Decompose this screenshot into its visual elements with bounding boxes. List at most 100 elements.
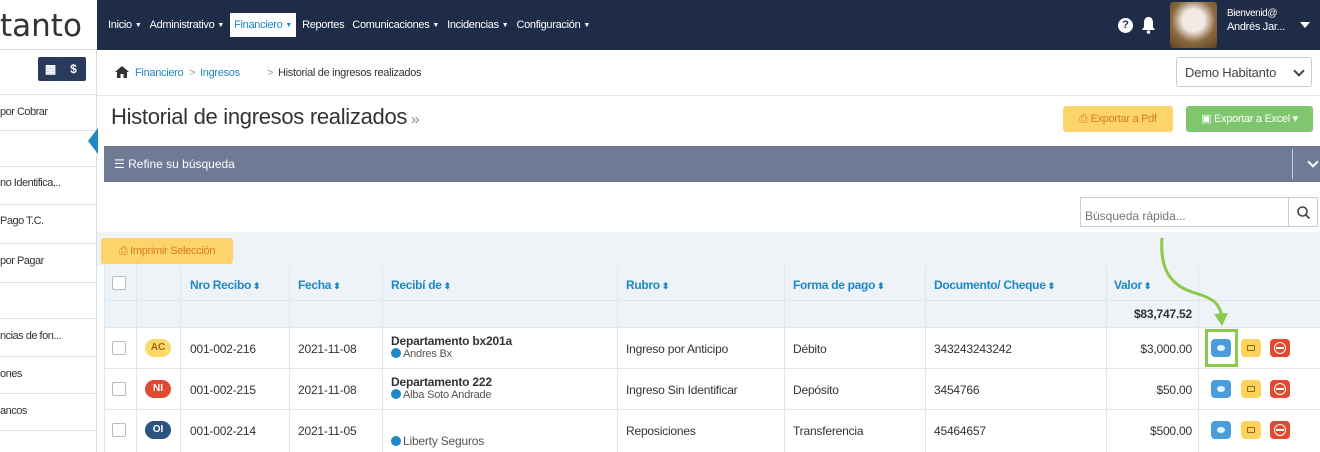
sidebar-item-ones[interactable]: ones — [0, 368, 96, 380]
cell-recibi-de: Departamento 222 — [391, 375, 492, 389]
row-checkbox[interactable] — [112, 423, 126, 437]
logo-area[interactable]: tanto — [0, 0, 97, 50]
print-selection-button[interactable]: ⎙ Imprimir Selección — [101, 238, 233, 264]
status-badge: OI — [145, 421, 171, 439]
bell-icon[interactable] — [1141, 16, 1156, 34]
chevron-down-icon — [1293, 65, 1305, 77]
delete-icon[interactable] — [1270, 380, 1290, 398]
column-header-fecha[interactable]: Fecha ⬍ — [298, 278, 341, 292]
building-selector[interactable]: Demo Habitanto — [1176, 57, 1312, 87]
refine-search-bar[interactable]: ☰ Refine su búsqueda — [104, 146, 1320, 182]
persona-name: Andres Bx — [403, 348, 452, 360]
column-divider — [382, 266, 383, 452]
view-icon[interactable] — [1211, 421, 1231, 439]
column-divider — [925, 266, 926, 452]
quick-search-input[interactable] — [1080, 197, 1288, 227]
column-header-recibi-de[interactable]: Recibí de ⬍ — [391, 278, 451, 292]
user-name[interactable]: Andrés Jar... — [1227, 21, 1285, 33]
page-title: Historial de ingresos realizados» — [111, 104, 419, 130]
row-divider — [104, 327, 1320, 328]
export-pdf-button[interactable]: ⎙ Exportar a Pdf — [1063, 106, 1173, 132]
sidebar-divider — [0, 94, 96, 95]
breadcrumb-current: Historial de ingresos realizados — [278, 67, 422, 79]
print-icon[interactable] — [1241, 339, 1261, 357]
nav-item-configuración[interactable]: Configuración ▼ — [512, 13, 594, 37]
sort-icon: ⬍ — [877, 281, 885, 291]
nav-item-financiero[interactable]: Financiero ▼ — [230, 13, 297, 37]
export-excel-label: Exportar a Excel — [1213, 113, 1290, 125]
column-header-valor[interactable]: Valor ⬍ — [1114, 278, 1151, 292]
sidebar-item-por-pagar[interactable]: por Pagar — [0, 255, 96, 267]
user-welcome: Bienvenid@ — [1227, 8, 1278, 19]
sidebar-item-bancos[interactable]: ancos — [0, 405, 96, 417]
nav-item-reportes[interactable]: Reportes — [298, 13, 348, 37]
cell-fecha: 2021-11-08 — [298, 342, 357, 356]
row-checkbox[interactable] — [112, 382, 126, 396]
column-header-nro-recibo[interactable]: Nro Recibo ⬍ — [190, 278, 261, 292]
sidebar-divider — [0, 166, 96, 167]
filter-icon: ☰ — [114, 157, 125, 171]
sidebar-item-por-cobrar[interactable]: por Cobrar — [0, 106, 96, 118]
row-checkbox[interactable] — [112, 341, 126, 355]
cell-persona[interactable]: Alba Soto Andrade — [391, 389, 492, 401]
nav-item-incidencias[interactable]: Incidencias ▼ — [443, 13, 512, 37]
page-title-text: Historial de ingresos realizados — [111, 104, 408, 129]
nav-item-administrativo[interactable]: Administrativo ▼ — [146, 13, 229, 37]
column-header-documento[interactable]: Documento/ Cheque ⬍ — [934, 278, 1055, 292]
chevron-down-icon[interactable] — [1307, 156, 1319, 168]
print-icon[interactable] — [1241, 380, 1261, 398]
cell-forma-de-pago: Débito — [793, 342, 827, 356]
cell-nro-recibo: 001-002-215 — [190, 383, 256, 397]
user-icon — [391, 389, 401, 399]
nav-item-label: Comunicaciones — [352, 19, 430, 31]
cell-rubro: Reposiciones — [626, 424, 696, 438]
nav-item-comunicaciones[interactable]: Comunicaciones ▼ — [348, 13, 443, 37]
sort-icon: ⬍ — [253, 281, 261, 291]
column-divider — [180, 266, 181, 452]
caret-down-icon: ▼ — [583, 21, 591, 29]
nav-item-label: Inicio — [108, 19, 132, 31]
annotation-arrow — [1160, 237, 1228, 326]
user-icon — [391, 348, 401, 358]
sidebar-item-transferencias[interactable]: ncias de fon... — [0, 330, 96, 342]
cell-nro-recibo: 001-002-214 — [190, 424, 256, 438]
main-nav: Inicio ▼ Administrativo ▼ Financiero ▼ Reporte… — [104, 0, 594, 50]
user-icon — [391, 436, 401, 446]
cell-documento: 343243243242 — [934, 342, 1012, 356]
delete-icon[interactable] — [1270, 421, 1290, 439]
user-avatar[interactable] — [1170, 2, 1217, 48]
sidebar-collapse-toggle[interactable] — [88, 128, 98, 154]
sidebar-divider — [0, 204, 96, 205]
export-pdf-label: Exportar a Pdf — [1090, 113, 1157, 125]
cell-fecha: 2021-11-05 — [298, 424, 357, 438]
export-excel-button[interactable]: ▣ Exportar a Excel ▾ — [1186, 106, 1313, 132]
print-icon[interactable] — [1241, 421, 1261, 439]
nav-item-inicio[interactable]: Inicio ▼ — [104, 13, 146, 37]
breadcrumb-link-ingresos[interactable]: Ingresos — [200, 67, 240, 79]
cell-nro-recibo: 001-002-216 — [190, 342, 256, 356]
row-divider — [104, 368, 1320, 369]
column-divider — [617, 266, 618, 452]
sidebar-item-pago-tc[interactable]: Pago T.C. — [0, 215, 96, 227]
help-icon[interactable]: ? — [1118, 18, 1133, 33]
sidebar-item-no-identificado[interactable]: no Identifica... — [0, 177, 96, 189]
column-header-rubro[interactable]: Rubro ⬍ — [626, 278, 669, 292]
calculator-icon[interactable]: ▦ — [38, 57, 63, 81]
sort-icon: ⬍ — [333, 281, 341, 291]
dollar-icon[interactable]: $ — [61, 57, 86, 81]
column-divider — [104, 266, 105, 452]
status-badge: NI — [145, 380, 171, 398]
column-header-forma-de-pago[interactable]: Forma de pago ⬍ — [793, 278, 885, 292]
caret-down-icon: ▾ — [1292, 113, 1299, 125]
delete-icon[interactable] — [1270, 339, 1290, 357]
search-button[interactable] — [1288, 197, 1318, 227]
cell-persona[interactable]: Liberty Seguros — [391, 434, 484, 448]
column-divider — [289, 266, 290, 452]
search-icon — [1297, 206, 1311, 220]
view-icon[interactable] — [1211, 380, 1231, 398]
home-icon[interactable] — [115, 66, 129, 78]
chevron-down-icon[interactable] — [1300, 22, 1310, 28]
select-all-checkbox[interactable] — [112, 276, 126, 290]
breadcrumb-link-financiero[interactable]: Financiero — [135, 67, 184, 79]
cell-persona[interactable]: Andres Bx — [391, 348, 452, 360]
